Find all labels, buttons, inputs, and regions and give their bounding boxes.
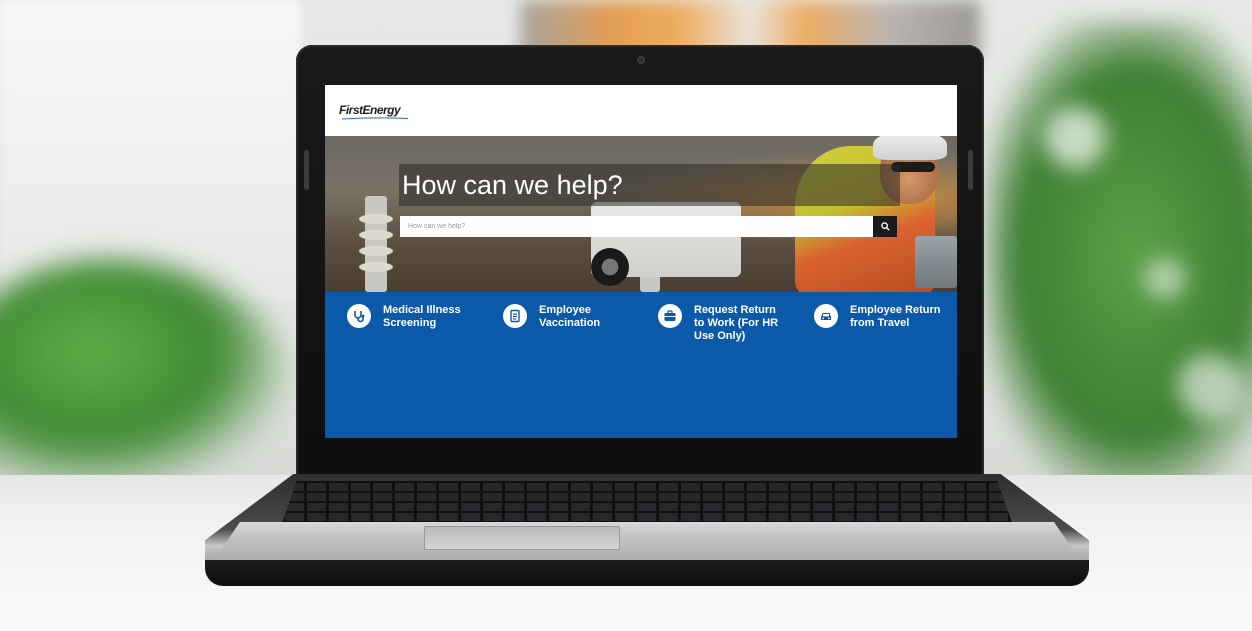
insulator-image xyxy=(365,196,387,292)
search-button[interactable] xyxy=(873,216,897,237)
quick-link-employee-return-from-travel[interactable]: Employee Return from Travel xyxy=(814,304,942,330)
briefcase-icon xyxy=(658,304,682,328)
site-header: FirstEnergy xyxy=(325,85,957,136)
photo-scene: FirstEnergy How can we help? How can we … xyxy=(0,0,1252,631)
background-window xyxy=(0,0,300,300)
laptop-palmrest xyxy=(214,522,1080,560)
quick-link-label: Medical Illness Screening xyxy=(383,304,461,329)
quick-link-label: Employee Return from Travel xyxy=(850,304,941,329)
search-icon xyxy=(880,222,890,231)
laptop-touchpad xyxy=(424,526,620,550)
laptop-base-edge xyxy=(205,560,1089,586)
hero-banner: How can we help? xyxy=(325,136,957,292)
laptop-screen: FirstEnergy How can we help? How can we … xyxy=(325,85,957,438)
webcam xyxy=(637,56,645,64)
quick-link-medical-illness-screening[interactable]: Medical Illness Screening xyxy=(347,304,475,330)
car-icon xyxy=(814,304,838,328)
firstenergy-logo[interactable]: FirstEnergy xyxy=(339,103,401,117)
quick-link-request-return-to-work[interactable]: Request Return to Work (For HR Use Only) xyxy=(658,304,786,343)
quick-links-panel: Medical Illness Screening Employee Vacci… xyxy=(325,292,957,438)
background-plant-right xyxy=(985,20,1252,490)
laptop-keyboard xyxy=(282,481,1012,523)
search-input[interactable] xyxy=(400,216,873,237)
truck-wheel xyxy=(591,248,629,286)
quick-link-label: Request Return to Work (For HR Use Only) xyxy=(694,304,779,342)
hero-title: How can we help? xyxy=(399,164,900,206)
laptop-bezel-mark-right xyxy=(968,150,973,190)
quick-link-label: Employee Vaccination xyxy=(539,304,601,329)
laptop-bezel-mark-left xyxy=(304,150,309,190)
document-icon xyxy=(503,304,527,328)
hard-hat xyxy=(873,136,947,160)
logo-swoosh-icon xyxy=(341,117,409,120)
stethoscope-icon xyxy=(347,304,371,328)
quick-link-employee-vaccination[interactable]: Employee Vaccination xyxy=(503,304,631,330)
search-bar xyxy=(400,216,897,237)
